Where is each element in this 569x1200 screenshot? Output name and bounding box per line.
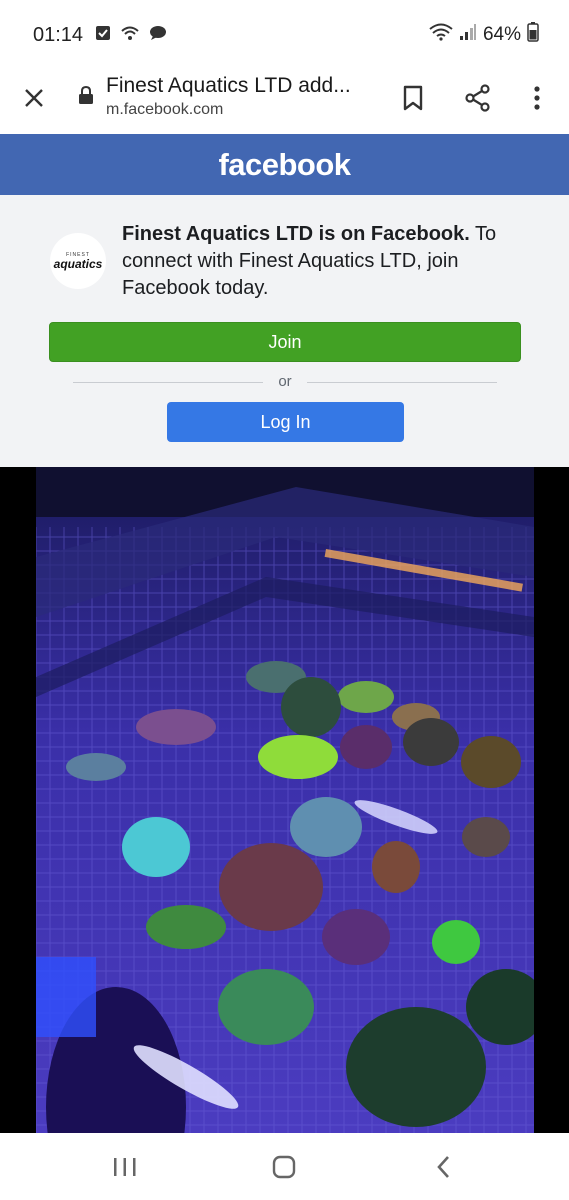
join-button[interactable]: Join [49,322,521,362]
home-button[interactable] [271,1155,297,1179]
facebook-header: facebook [0,134,569,195]
battery-percent: 64% [482,23,521,45]
login-button[interactable]: Log In [167,402,404,442]
chat-bubble-icon [149,25,167,46]
share-icon [465,84,490,112]
signal-icon [459,23,477,46]
page-title[interactable]: Finest Aquatics LTD add... [106,74,351,98]
bookmark-icon [403,85,423,111]
more-menu-icon [534,86,540,110]
lock-icon [78,85,94,110]
status-bar: 01:14 64% [0,0,569,68]
status-time: 01:14 [33,24,84,46]
divider-line-right [307,382,497,383]
back-icon [437,1156,449,1178]
promo-message: Finest Aquatics LTD is on Facebook. To c… [122,221,532,302]
browser-toolbar: Finest Aquatics LTD add... m.facebook.co… [0,68,569,134]
post-photo[interactable] [0,467,569,1133]
or-divider: or [73,373,497,393]
share-button[interactable] [462,82,494,114]
back-button[interactable] [432,1153,456,1181]
close-tab-button[interactable] [18,82,50,114]
join-promo-card: FINEST aquatics Finest Aquatics LTD is o… [0,195,569,468]
system-nav-bar [0,1133,569,1200]
battery-icon [527,22,539,47]
close-icon [25,89,43,107]
home-icon [272,1155,296,1179]
page-avatar[interactable]: FINEST aquatics [50,233,106,289]
more-menu-button[interactable] [524,82,550,114]
check-notification-icon [95,25,111,46]
bookmark-button[interactable] [398,82,428,114]
recents-icon [114,1158,136,1176]
promo-headline: Finest Aquatics LTD is on Facebook. [122,223,470,245]
avatar-main-text: aquatics [53,256,103,271]
notification-icons [95,25,167,46]
coral-tank-image [36,467,534,1133]
wifi-icon [429,23,453,46]
wifi-call-icon [120,25,140,46]
status-right: 64% [429,22,539,47]
facebook-logo[interactable]: facebook [218,147,351,183]
recents-button[interactable] [110,1155,140,1179]
page-url[interactable]: m.facebook.com [106,101,223,119]
